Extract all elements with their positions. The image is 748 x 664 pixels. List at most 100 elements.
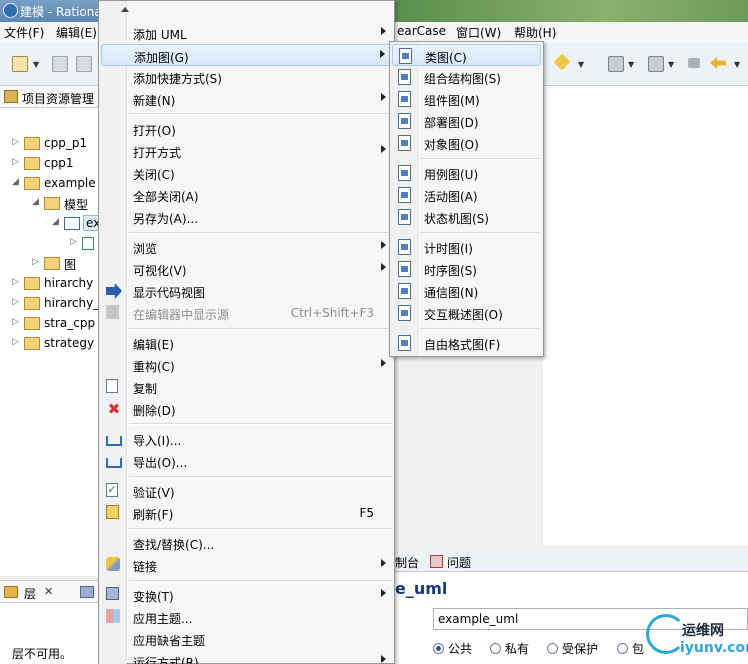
menu-item-edit[interactable]: 编辑(E) bbox=[101, 332, 394, 354]
menu-item-show-source[interactable]: 在编辑器中显示源 Ctrl+Shift+F3 bbox=[101, 302, 394, 324]
submenu-arrow-icon bbox=[381, 93, 386, 101]
tree-item[interactable]: ▷ stra_cpp bbox=[12, 314, 100, 334]
menu-item-export[interactable]: 导出(O)... bbox=[101, 450, 394, 472]
menu-item-delete[interactable]: ✖ 删除(D) bbox=[101, 398, 394, 420]
menu-item-browse[interactable]: 浏览 bbox=[101, 236, 394, 258]
diagram-icon bbox=[82, 237, 94, 250]
submenu-item-state-machine-diagram[interactable]: 状态机图(S) bbox=[392, 206, 541, 228]
twisty-icon[interactable]: ◢ bbox=[52, 217, 59, 227]
visibility-public-radio[interactable]: 公共 bbox=[433, 640, 472, 657]
tree-item[interactable]: ▷ bbox=[70, 234, 100, 254]
submenu-item-component-diagram[interactable]: 组件图(M) bbox=[392, 88, 541, 110]
menu-item-visualize[interactable]: 可视化(V) bbox=[101, 258, 394, 280]
menu-help[interactable]: 帮助(H) bbox=[514, 24, 556, 41]
menu-window[interactable]: 窗口(W) bbox=[456, 24, 501, 41]
last-edit-icon[interactable] bbox=[688, 58, 700, 68]
menu-item-run-as[interactable]: 运行方式(R) bbox=[101, 650, 394, 664]
back-arrow-icon[interactable] bbox=[710, 57, 726, 69]
menu-item-open[interactable]: 打开(O) bbox=[101, 118, 394, 140]
menu-item-label: 显示代码视图 bbox=[133, 286, 206, 300]
twisty-icon[interactable]: ▷ bbox=[12, 337, 19, 347]
submenu-item-use-case-diagram[interactable]: 用例图(U) bbox=[392, 162, 541, 184]
menu-item-refactor[interactable]: 重构(C) bbox=[101, 354, 394, 376]
twisty-icon[interactable]: ▷ bbox=[32, 257, 39, 267]
explorer-tab[interactable]: 项目资源管理 bbox=[0, 86, 100, 108]
submenu-item-label: 组合结构图(S) bbox=[424, 72, 501, 86]
use-case-diagram-icon bbox=[398, 165, 411, 181]
submenu-item-communication-diagram[interactable]: 通信图(N) bbox=[392, 280, 541, 302]
menu-item-open-with[interactable]: 打开方式 bbox=[101, 140, 394, 162]
menu-item-import[interactable]: 导入(I)... bbox=[101, 428, 394, 450]
new-icon[interactable] bbox=[12, 56, 28, 72]
menu-item-close[interactable]: 关闭(C) bbox=[101, 162, 394, 184]
print-icon[interactable] bbox=[76, 56, 92, 72]
menu-separator bbox=[420, 328, 539, 330]
tree-item[interactable]: ▷ cpp1 bbox=[12, 154, 100, 174]
submenu-item-class-diagram[interactable]: 类图(C) bbox=[392, 44, 541, 66]
menu-file[interactable]: 文件(F) bbox=[4, 24, 44, 41]
submenu-item-object-diagram[interactable]: 对象图(O) bbox=[392, 132, 541, 154]
submenu-item-deployment-diagram[interactable]: 部署图(D) bbox=[392, 110, 541, 132]
submenu-item-composite-structure[interactable]: 组合结构图(S) bbox=[392, 66, 541, 88]
twisty-icon[interactable]: ▷ bbox=[12, 137, 19, 147]
tree-item[interactable]: ◢ ex bbox=[52, 214, 104, 234]
submenu-item-timing-diagram[interactable]: 计时图(I) bbox=[392, 236, 541, 258]
twisty-icon[interactable]: ▷ bbox=[12, 277, 19, 287]
chevron-down-icon[interactable]: ▼ bbox=[668, 60, 674, 69]
menu-item-add-shortcut[interactable]: 添加快捷方式(S) bbox=[101, 66, 394, 88]
menu-item-label: 在编辑器中显示源 bbox=[133, 308, 230, 322]
submenu-item-interaction-overview[interactable]: 交互概述图(O) bbox=[392, 302, 541, 324]
submenu-item-freeform-diagram[interactable]: 自由格式图(F) bbox=[392, 332, 541, 354]
tree-item[interactable]: ▷ hirarchy bbox=[12, 274, 100, 294]
prev-annotation-icon[interactable] bbox=[648, 56, 664, 72]
menu-item-label: 导出(O)... bbox=[133, 456, 188, 470]
tree-item[interactable]: ▷ hirarchy_ bbox=[12, 294, 100, 314]
menu-item-apply-default-theme[interactable]: 应用缺省主题 bbox=[101, 628, 394, 650]
layers-tab[interactable]: 层 ✕ bbox=[0, 581, 100, 603]
menu-item-apply-theme[interactable]: 应用主题... bbox=[101, 606, 394, 628]
visibility-protected-radio[interactable]: 受保护 bbox=[547, 640, 598, 657]
chevron-down-icon[interactable]: ▼ bbox=[628, 60, 634, 69]
menu-edit[interactable]: 编辑(E) bbox=[56, 24, 97, 41]
twisty-icon[interactable]: ◢ bbox=[12, 177, 19, 187]
close-icon[interactable]: ✕ bbox=[44, 585, 53, 598]
menu-item-save-as[interactable]: 另存为(A)... bbox=[101, 206, 394, 228]
tree-item[interactable]: ▷ cpp_p1 bbox=[12, 134, 100, 154]
next-annotation-icon[interactable] bbox=[608, 56, 624, 72]
menu-item-validate[interactable]: ✓ 验证(V) bbox=[101, 480, 394, 502]
pen-icon[interactable] bbox=[553, 53, 571, 71]
menu-item-show-code-view[interactable]: 显示代码视图 bbox=[101, 280, 394, 302]
menu-item-copy[interactable]: 复制 bbox=[101, 376, 394, 398]
menu-clearcase[interactable]: earCase bbox=[397, 24, 446, 38]
tab-problems[interactable]: 问题 bbox=[447, 554, 471, 571]
menu-item-close-all[interactable]: 全部关闭(A) bbox=[101, 184, 394, 206]
menu-item-find-replace[interactable]: 查找/替换(C)... bbox=[101, 532, 394, 554]
menu-item-refresh[interactable]: 刷新(F) F5 bbox=[101, 502, 394, 524]
menu-item-new[interactable]: 新建(N) bbox=[101, 88, 394, 110]
outline-icon[interactable] bbox=[80, 586, 94, 598]
chevron-down-icon[interactable]: ▼ bbox=[734, 60, 740, 69]
menu-item-label: 验证(V) bbox=[133, 486, 175, 500]
chevron-down-icon[interactable]: ▼ bbox=[33, 60, 39, 69]
tree-item[interactable]: ▷ 图 bbox=[32, 254, 100, 274]
tab-console[interactable]: 制台 bbox=[395, 554, 419, 571]
save-icon[interactable] bbox=[52, 56, 68, 72]
submenu-item-activity-diagram[interactable]: 活动图(A) bbox=[392, 184, 541, 206]
twisty-icon[interactable]: ▷ bbox=[12, 317, 19, 327]
menu-item-transform[interactable]: 变换(T) bbox=[101, 584, 394, 606]
tree-item[interactable]: ▷ strategy bbox=[12, 334, 100, 354]
visibility-private-radio[interactable]: 私有 bbox=[490, 640, 529, 657]
tree-item[interactable]: ◢ example bbox=[12, 174, 100, 194]
menu-item-add-uml[interactable]: 添加 UML bbox=[101, 22, 394, 44]
tree-item[interactable]: ◢ 模型 bbox=[32, 194, 100, 214]
twisty-icon[interactable]: ▷ bbox=[12, 297, 19, 307]
menu-item-add-diagram[interactable]: 添加图(G) bbox=[101, 44, 394, 66]
twisty-icon[interactable]: ▷ bbox=[70, 237, 77, 247]
timing-diagram-icon bbox=[398, 239, 411, 255]
twisty-icon[interactable]: ◢ bbox=[32, 197, 39, 207]
twisty-icon[interactable]: ▷ bbox=[12, 157, 19, 167]
submenu-item-sequence-diagram[interactable]: 时序图(S) bbox=[392, 258, 541, 280]
menu-item-link[interactable]: 链接 bbox=[101, 554, 394, 576]
chevron-down-icon[interactable]: ▼ bbox=[578, 60, 584, 69]
scroll-up-icon[interactable] bbox=[121, 7, 129, 12]
